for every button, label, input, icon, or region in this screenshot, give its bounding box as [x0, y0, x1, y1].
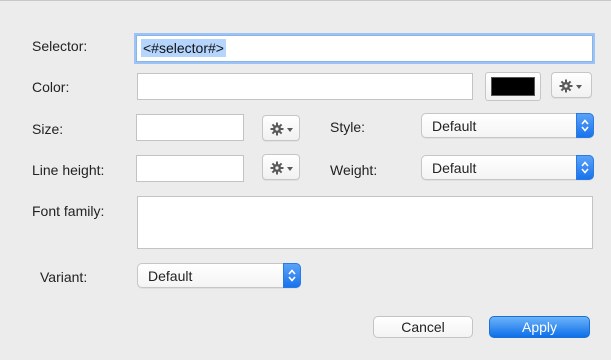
popup-arrows-icon: [283, 263, 301, 288]
color-well[interactable]: [485, 72, 541, 101]
font-family-label: Font family:: [32, 203, 105, 219]
window-top-border: [0, 0, 611, 1]
color-gear-button[interactable]: [551, 72, 592, 98]
popup-arrows-icon: [576, 155, 594, 180]
style-popup[interactable]: Default: [421, 113, 594, 138]
color-input[interactable]: [137, 73, 473, 100]
style-label: Style:: [330, 119, 366, 135]
cancel-button[interactable]: Cancel: [373, 316, 473, 338]
gear-icon: [270, 161, 293, 175]
style-popup-value: Default: [432, 118, 477, 134]
weight-popup[interactable]: Default: [421, 155, 594, 180]
gear-icon: [270, 122, 293, 136]
line-height-label: Line height:: [32, 162, 105, 178]
weight-label: Weight:: [330, 162, 378, 178]
popup-arrows-icon: [576, 113, 594, 138]
variant-popup-value: Default: [148, 268, 193, 284]
color-label: Color:: [32, 79, 70, 95]
size-input[interactable]: [136, 114, 244, 141]
selector-selected-text: <#selector#>: [141, 39, 226, 57]
font-family-textarea[interactable]: [137, 196, 593, 249]
line-height-input[interactable]: [136, 155, 244, 182]
size-gear-button[interactable]: [262, 115, 300, 141]
apply-button[interactable]: Apply: [489, 316, 590, 338]
size-label: Size:: [32, 121, 64, 137]
variant-popup[interactable]: Default: [137, 263, 301, 288]
variant-label: Variant:: [40, 269, 88, 285]
weight-popup-value: Default: [432, 160, 477, 176]
selector-label: Selector:: [32, 38, 88, 54]
color-swatch: [491, 77, 535, 96]
line-height-gear-button[interactable]: [262, 154, 300, 180]
selector-input[interactable]: <#selector#>: [136, 35, 593, 62]
gear-icon: [559, 79, 582, 93]
